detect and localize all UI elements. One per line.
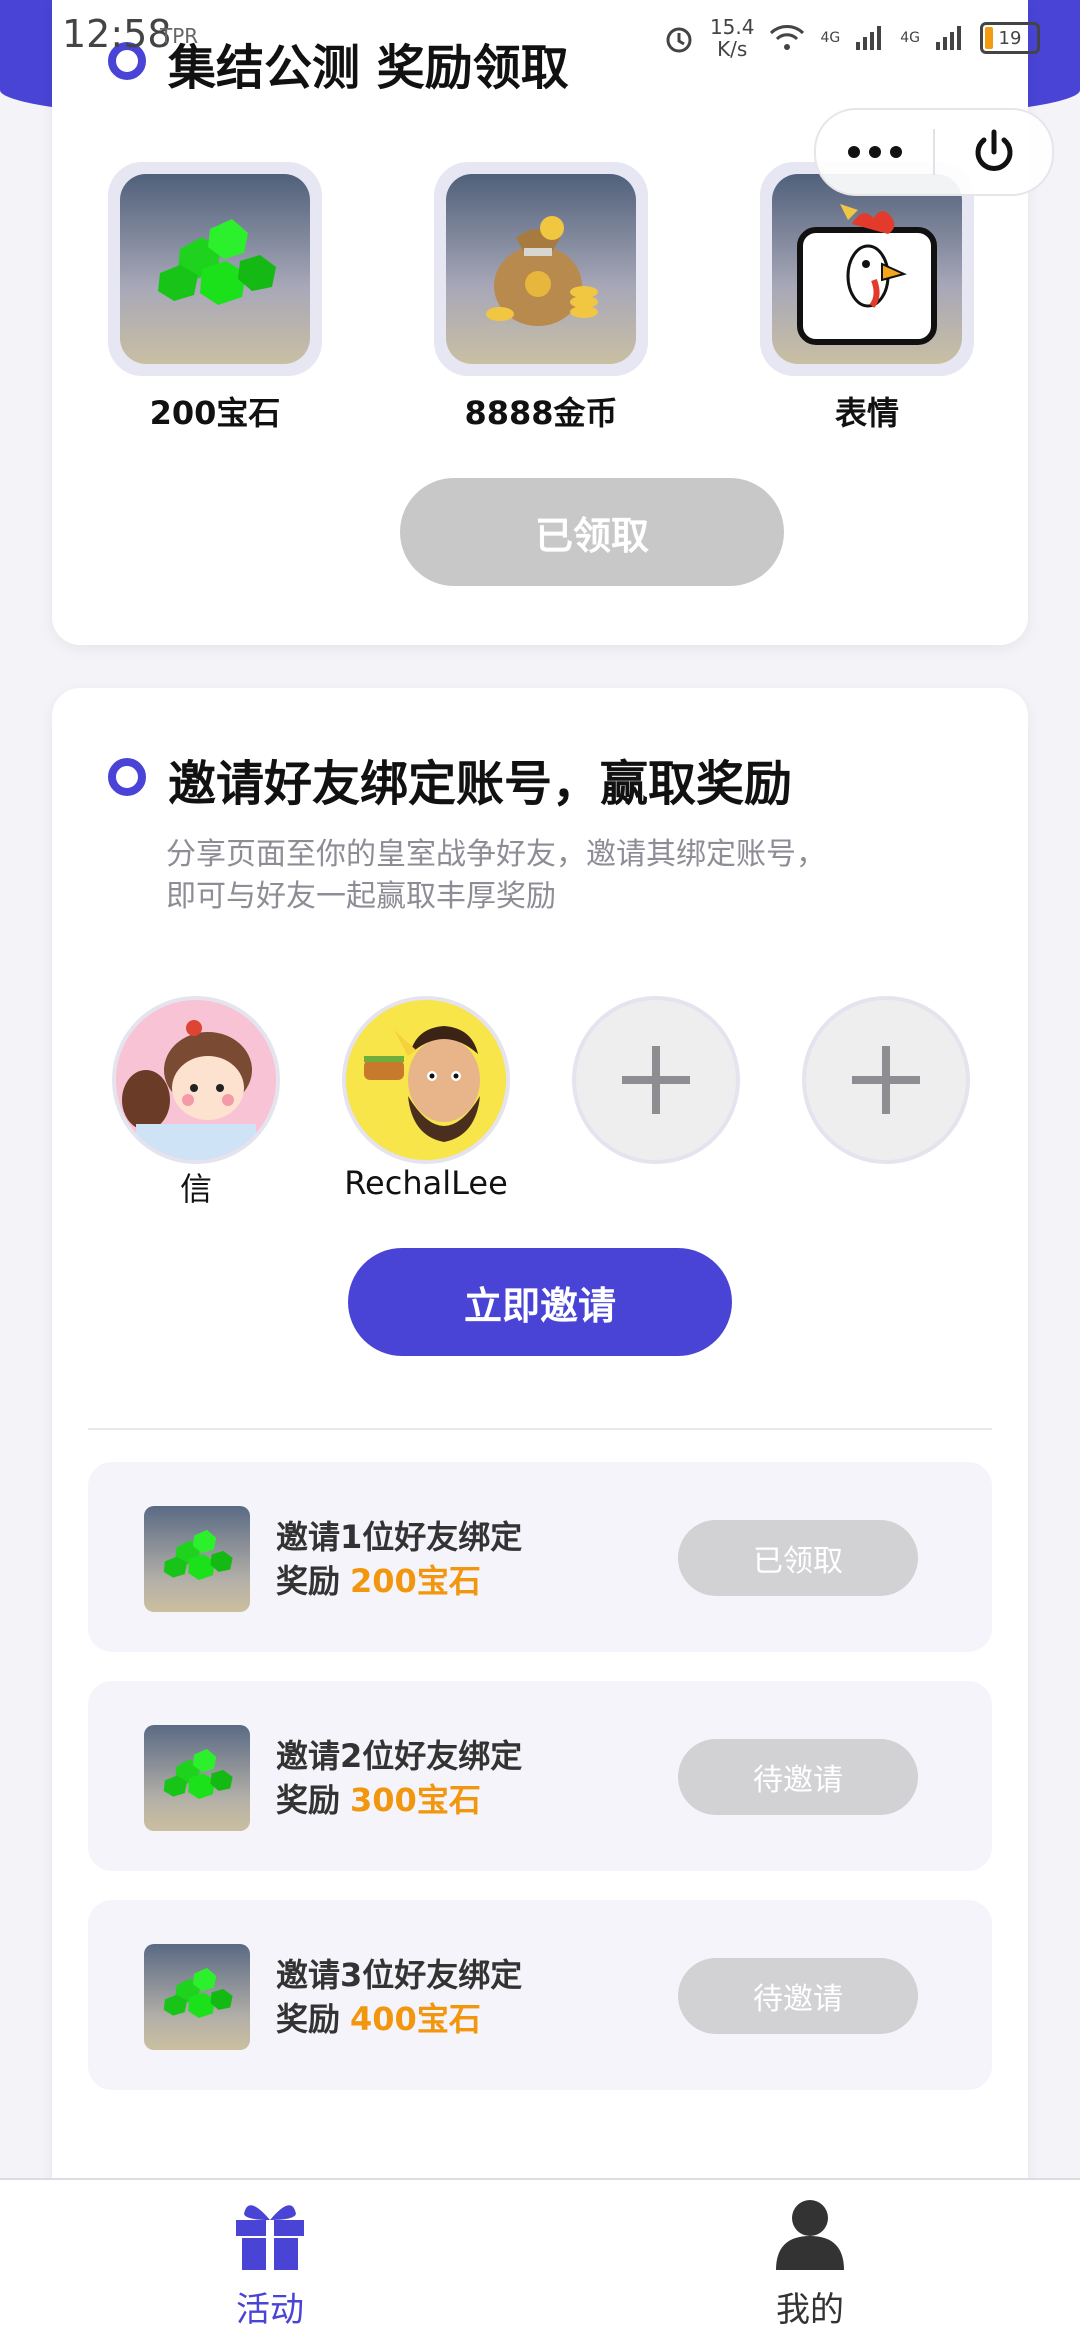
nav-label: 我的 (776, 2290, 844, 2330)
task-row: 邀请2位好友绑定 奖励 300宝石 待邀请 (88, 1681, 992, 1871)
friend-name: RechalLee (344, 1164, 508, 1202)
alarm-icon (666, 27, 692, 53)
add-friend-button[interactable] (572, 996, 740, 1164)
reward-claim-card: 集结公测 奖励领取 200宝石 8888金币 表情 已领取 (52, 0, 1028, 645)
task-reward: 奖励 400宝石 (276, 2000, 481, 2038)
friend-name: 信 (179, 1170, 212, 1208)
signal-label-1: 4G (820, 30, 841, 46)
task-row: 邀请3位好友绑定 奖励 400宝石 待邀请 (88, 1900, 992, 2090)
reward-label: 8888金币 (464, 394, 618, 432)
invite-description: 分享页面至你的皇室战争好友，邀请其绑定账号， 即可与好友一起赢取丰厚奖励 (166, 837, 826, 914)
power-icon[interactable] (935, 126, 1052, 178)
plus-icon (852, 1046, 920, 1114)
wifi-icon (770, 25, 805, 50)
avatar[interactable] (112, 996, 280, 1164)
task-title: 邀请2位好友绑定 (276, 1737, 523, 1775)
friend-slot: RechalLee (342, 996, 510, 1202)
coin-bag-icon (446, 174, 636, 364)
reward-item-emote: 表情 (760, 162, 974, 434)
nav-label: 活动 (236, 2290, 304, 2330)
gems-icon (144, 1725, 250, 1831)
bottom-nav: 活动 我的 (0, 2178, 1080, 2342)
signal-icon-1 (856, 26, 882, 50)
task-title: 邀请3位好友绑定 (276, 1956, 523, 1994)
gift-icon (236, 2205, 304, 2270)
add-friend-button[interactable] (802, 996, 970, 1164)
plus-icon (622, 1046, 690, 1114)
chicken-emote-icon (772, 174, 962, 364)
nav-item-activity[interactable]: 活动 (160, 2194, 380, 2331)
gems-icon (120, 174, 310, 364)
user-icon (776, 2200, 844, 2270)
invite-now-button[interactable]: 立即邀请 (348, 1248, 732, 1356)
signal-icon-2 (936, 26, 961, 50)
section-dot-icon (108, 758, 146, 796)
network-speed: 15.4 K/s (709, 15, 755, 61)
signal-label-2: 4G (900, 30, 920, 46)
reward-item-gems: 200宝石 (108, 162, 322, 434)
friend-slot: 信 (112, 996, 280, 1210)
divider (88, 1428, 992, 1430)
task-row: 邀请1位好友绑定 奖励 200宝石 已领取 (88, 1462, 992, 1652)
status-mini-label: TPR (160, 24, 199, 48)
section-title: 邀请好友绑定账号，赢取奖励 (168, 756, 793, 812)
status-time: 12:58 (62, 12, 172, 56)
more-dots-icon[interactable] (816, 146, 933, 158)
gems-icon (144, 1944, 250, 2050)
miniapp-capsule (814, 108, 1054, 196)
friend-slot-empty (802, 996, 970, 1164)
claimed-button[interactable]: 已领取 (400, 478, 784, 586)
friend-slot-empty (572, 996, 740, 1164)
gems-icon (144, 1506, 250, 1612)
task-status-button[interactable]: 待邀请 (678, 1958, 918, 2034)
task-title: 邀请1位好友绑定 (276, 1518, 523, 1556)
reward-item-coins: 8888金币 (434, 162, 648, 434)
task-reward: 奖励 300宝石 (276, 1781, 481, 1819)
nav-item-profile[interactable]: 我的 (700, 2194, 920, 2331)
task-reward: 奖励 200宝石 (276, 1562, 481, 1600)
reward-label: 200宝石 (149, 394, 281, 432)
status-bar: 12:58 TPR 15.4 K/s 4G 4G 19 (0, 0, 1080, 80)
reward-label: 表情 (834, 394, 899, 432)
battery-icon: 19 (980, 22, 1040, 54)
avatar[interactable] (342, 996, 510, 1164)
task-status-button[interactable]: 已领取 (678, 1520, 918, 1596)
task-status-button[interactable]: 待邀请 (678, 1739, 918, 1815)
